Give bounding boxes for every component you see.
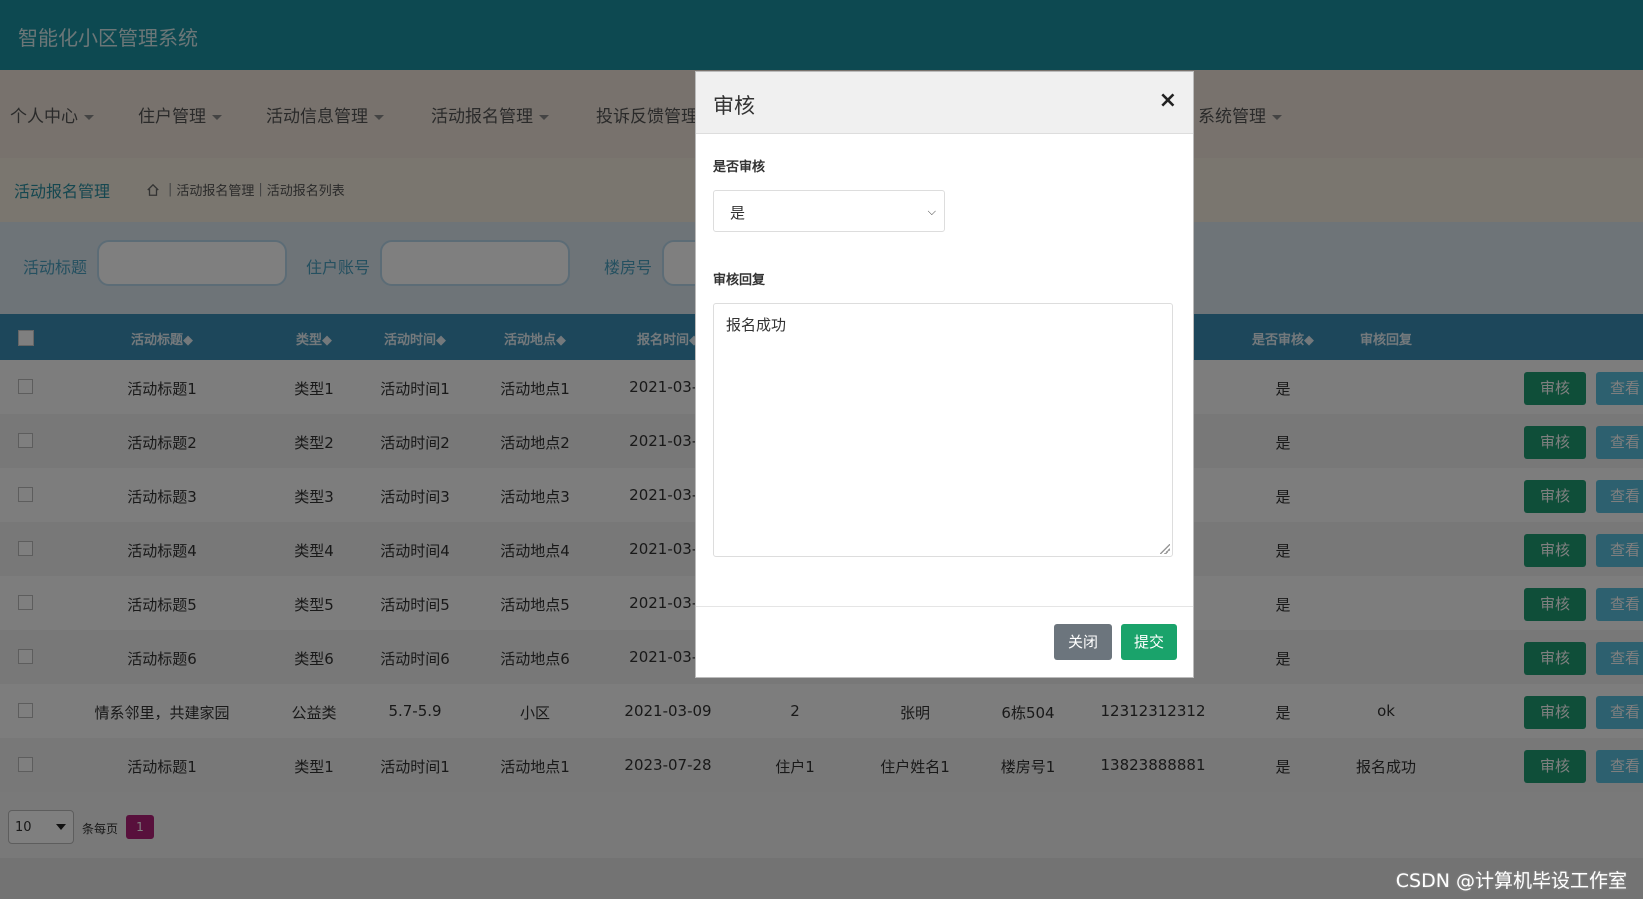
approved-value: 是 [730, 204, 746, 222]
submit-button[interactable]: 提交 [1121, 624, 1177, 660]
chevron-down-icon: ⌵ [927, 205, 936, 218]
reply-value: 报名成功 [726, 316, 787, 334]
close-button[interactable]: 关闭 [1054, 624, 1112, 660]
modal-header: 审核 × [696, 72, 1193, 134]
approved-select[interactable]: 是 ⌵ [713, 190, 945, 232]
modal-footer: 关闭 提交 [696, 606, 1193, 678]
reply-label: 审核回复 [713, 273, 766, 288]
resize-grip-icon[interactable] [1160, 544, 1170, 554]
reply-textarea[interactable]: 报名成功 [713, 303, 1173, 557]
audit-modal: 审核 × 是否审核 是 ⌵ 审核回复 报名成功 关闭 提交 [695, 71, 1194, 678]
watermark: CSDN @计算机毕设工作室 [1395, 870, 1627, 892]
close-icon[interactable]: × [1159, 88, 1177, 113]
approved-label: 是否审核 [713, 160, 766, 175]
modal-title: 审核 [713, 94, 755, 118]
